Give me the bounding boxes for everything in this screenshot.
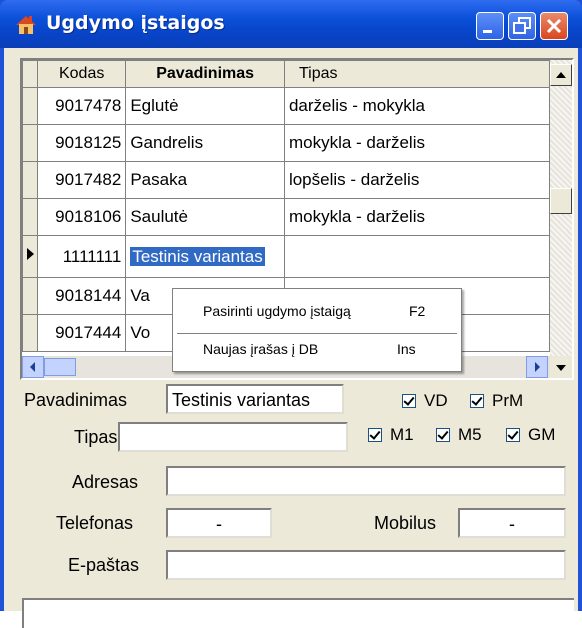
column-header-tipas[interactable]: Tipas	[283, 60, 551, 88]
row-indicator	[22, 198, 38, 236]
menu-shortcut-f2: F2	[409, 303, 426, 319]
cell-kodas[interactable]: 9017444	[36, 314, 127, 352]
header-indicator	[22, 60, 38, 88]
checkbox-prm-label: PrM	[492, 391, 524, 410]
cell-kodas[interactable]: 1111111	[36, 235, 127, 278]
cell-kodas[interactable]: 9018144	[36, 277, 127, 315]
current-row-arrow-icon	[27, 248, 34, 260]
checkbox-m5[interactable]	[436, 428, 450, 442]
cell-tipas[interactable]: mokykla - darželis	[283, 198, 551, 236]
arrow-left-icon	[30, 362, 35, 372]
scroll-right-button[interactable]	[526, 356, 548, 378]
window-title: Ugdymo įstaigos	[46, 12, 225, 34]
title-bar[interactable]: Ugdymo įstaigos	[0, 0, 582, 48]
column-header-kodas[interactable]: Kodas	[36, 60, 127, 88]
menu-item-new-record[interactable]: Naujas įrašas į DB	[203, 341, 318, 357]
column-header-pavadinimas[interactable]: Pavadinimas	[125, 60, 285, 88]
checkbox-prm[interactable]	[470, 394, 484, 408]
checkbox-gm[interactable]	[506, 428, 520, 442]
cell-pavadinimas[interactable]: Gandrelis	[125, 124, 285, 162]
row-indicator	[22, 277, 38, 315]
checkbox-m5-label: M5	[458, 425, 482, 444]
menu-item-select-institution[interactable]: Pasirinti ugdymo įstaigą	[203, 303, 351, 319]
minimize-icon	[483, 30, 492, 33]
pavadinimas-label: Pavadinimas	[24, 390, 128, 410]
close-icon	[546, 18, 562, 34]
adresas-field[interactable]	[166, 466, 566, 496]
mobilus-label: Mobilus	[374, 513, 437, 533]
menu-shortcut-ins: Ins	[397, 341, 416, 357]
row-indicator	[22, 87, 38, 125]
menu-separator	[177, 333, 457, 334]
notes-field[interactable]	[22, 598, 574, 628]
table-row[interactable]: 9017478 Eglutė darželis - mokykla	[22, 87, 551, 125]
telefonas-field[interactable]: -	[166, 508, 272, 538]
cell-kodas[interactable]: 9018125	[36, 124, 127, 162]
cell-tipas[interactable]: darželis - mokykla	[283, 87, 551, 125]
table-row[interactable]: 9018125 Gandrelis mokykla - darželis	[22, 124, 551, 162]
arrow-up-icon	[556, 72, 566, 78]
scroll-down-area[interactable]	[550, 356, 572, 378]
house-icon	[16, 16, 36, 34]
cell-pavadinimas[interactable]: Eglutė	[125, 87, 285, 125]
checkbox-vd[interactable]	[402, 394, 416, 408]
restore-button[interactable]	[508, 12, 536, 40]
epastas-field[interactable]	[166, 550, 566, 580]
table-row[interactable]: 9018106 Saulutė mokykla - darželis	[22, 198, 551, 236]
scroll-left-button[interactable]	[22, 356, 44, 378]
checkbox-m1-label: M1	[390, 425, 414, 444]
grid-header-row: Kodas Pavadinimas Tipas	[22, 60, 551, 88]
close-button[interactable]	[540, 12, 568, 40]
pavadinimas-field[interactable]: Testinis variantas	[166, 384, 344, 414]
row-indicator	[22, 124, 38, 162]
cell-tipas[interactable]	[283, 235, 551, 278]
arrow-down-icon	[556, 365, 566, 371]
minimize-button[interactable]	[476, 12, 504, 40]
cell-kodas[interactable]: 9017478	[36, 87, 127, 125]
cell-kodas[interactable]: 9017482	[36, 161, 127, 199]
selected-cell-text: Testinis variantas	[130, 246, 265, 266]
epastas-label: E-paštas	[68, 555, 140, 575]
checkbox-gm-label: GM	[528, 425, 556, 444]
restore-icon	[513, 17, 531, 34]
vertical-scrollbar[interactable]	[550, 60, 572, 356]
vertical-scroll-thumb[interactable]	[550, 188, 572, 214]
cell-tipas[interactable]: mokykla - darželis	[283, 124, 551, 162]
cell-kodas[interactable]: 9018106	[36, 198, 127, 236]
app-window: Ugdymo įstaigos Kodas Pavadinimas Tipas	[0, 0, 582, 628]
checkbox-vd-label: VD	[424, 391, 448, 410]
mobilus-field[interactable]: -	[458, 508, 566, 538]
telefonas-label: Telefonas	[56, 513, 134, 533]
checkbox-m1[interactable]	[368, 428, 382, 442]
adresas-label: Adresas	[72, 472, 139, 492]
cell-pavadinimas-selected[interactable]: Testinis variantas	[125, 235, 285, 278]
client-area: Kodas Pavadinimas Tipas 9017478 Eglutė d…	[4, 48, 578, 628]
tipas-field[interactable]	[118, 422, 348, 452]
arrow-right-icon	[535, 362, 540, 372]
table-row[interactable]: 9017482 Pasaka lopšelis - darželis	[22, 161, 551, 199]
row-indicator	[22, 314, 38, 352]
cell-tipas[interactable]: lopšelis - darželis	[283, 161, 551, 199]
cell-pavadinimas[interactable]: Pasaka	[125, 161, 285, 199]
context-menu: Pasirinti ugdymo įstaigą F2 Naujas įraša…	[172, 288, 462, 372]
table-row-selected[interactable]: 1111111 Testinis variantas	[22, 235, 551, 278]
tipas-label: Tipas	[74, 427, 118, 447]
scroll-up-button[interactable]	[550, 64, 572, 86]
horizontal-scroll-thumb[interactable]	[44, 358, 76, 376]
cell-pavadinimas[interactable]: Saulutė	[125, 198, 285, 236]
row-indicator-current	[22, 235, 38, 278]
row-indicator	[22, 161, 38, 199]
